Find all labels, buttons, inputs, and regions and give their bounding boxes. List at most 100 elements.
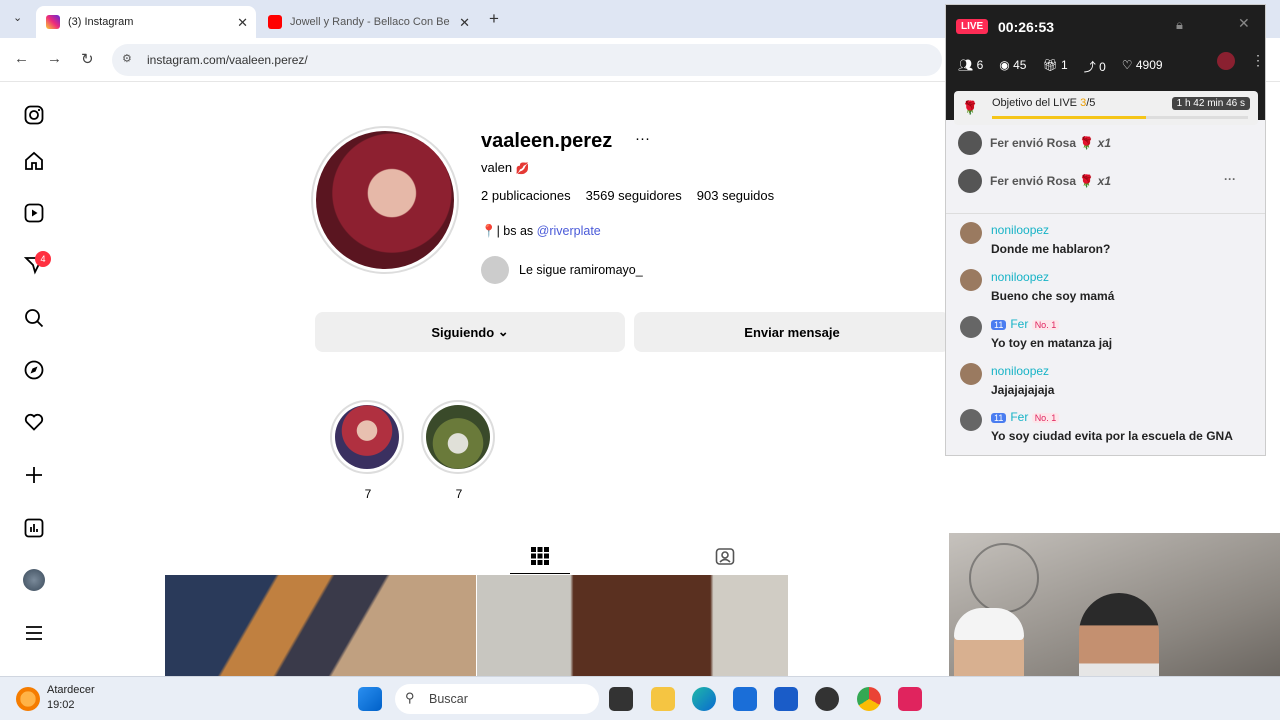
edge-icon[interactable] bbox=[692, 687, 716, 711]
goal-timer: 1 h 42 min 46 s bbox=[1171, 97, 1250, 110]
youtube-favicon-icon bbox=[268, 15, 282, 29]
close-tab-icon[interactable]: ✕ bbox=[237, 15, 248, 31]
chat-username-row[interactable]: 11 Fer No. 1 bbox=[991, 316, 1060, 334]
tagged-icon bbox=[715, 548, 735, 565]
rose-icon: 🌹 bbox=[962, 100, 979, 115]
chat-avatar bbox=[960, 363, 982, 385]
views-stat: ◉ 45 bbox=[999, 58, 1026, 75]
gift-notification: Fer envió Rosa 🌹 x1 ··· bbox=[958, 169, 1236, 193]
reels-icon[interactable] bbox=[22, 201, 46, 225]
tagged-tab[interactable] bbox=[710, 538, 740, 574]
store-icon[interactable] bbox=[733, 687, 757, 711]
post-thumbnail-2[interactable] bbox=[477, 575, 788, 676]
chat-text: Jajajajajaja bbox=[991, 383, 1055, 397]
tiktok-live-studio-icon[interactable] bbox=[898, 687, 922, 711]
site-settings-icon[interactable]: ⚙ bbox=[122, 52, 132, 65]
close-icon[interactable]: ✕ bbox=[1238, 15, 1250, 32]
likes-count: 4909 bbox=[1135, 58, 1163, 72]
user-level-badge: 11 bbox=[991, 320, 1007, 330]
tab-label: Jowell y Randy - Bellaco Con Be bbox=[290, 16, 450, 28]
chrome-icon[interactable] bbox=[857, 687, 881, 711]
task-view-icon[interactable] bbox=[609, 687, 633, 711]
sunset-icon bbox=[16, 687, 40, 711]
weather-label: Atardecer bbox=[47, 684, 95, 696]
tab-youtube[interactable]: Jowell y Randy - Bellaco Con Be ✕ bbox=[258, 6, 478, 38]
followed-by[interactable]: Le sigue ramiromayo_ bbox=[481, 256, 643, 284]
chat-username[interactable]: noniloopez bbox=[991, 222, 1049, 239]
chat-text: Yo toy en matanza jaj bbox=[991, 336, 1113, 350]
more-options-icon[interactable]: ··· bbox=[635, 130, 650, 147]
goal-label-text: Objetivo del LIVE bbox=[992, 97, 1077, 109]
chat-username-row[interactable]: 11 Fer No. 1 bbox=[991, 409, 1060, 427]
notification-badge: 4 bbox=[35, 251, 51, 267]
reload-button[interactable]: ↻ bbox=[81, 50, 94, 68]
followed-by-prefix: Le sigue bbox=[519, 263, 567, 277]
tab-search-chevron-icon[interactable]: ⌄ bbox=[13, 11, 22, 24]
shares-count: 0 bbox=[1099, 60, 1106, 74]
post-thumbnail-1[interactable] bbox=[165, 575, 476, 676]
chat-username[interactable]: noniloopez bbox=[991, 363, 1049, 380]
outlook-icon[interactable] bbox=[774, 687, 798, 711]
heart-icon: ♡ bbox=[1121, 58, 1133, 72]
dashboard-icon[interactable] bbox=[22, 516, 46, 540]
lock-icon[interactable]: 🔒︎ bbox=[1176, 17, 1183, 33]
highlight-2[interactable] bbox=[421, 400, 495, 474]
gifts-stat: 🎁︎ 1 bbox=[1042, 58, 1067, 75]
views-count: 45 bbox=[1013, 58, 1027, 72]
notifications-heart-icon[interactable] bbox=[22, 410, 46, 434]
file-explorer-icon[interactable] bbox=[651, 687, 675, 711]
highlight-1[interactable] bbox=[330, 400, 404, 474]
host-avatar[interactable] bbox=[1217, 52, 1235, 70]
send-message-label: Enviar mensaje bbox=[744, 324, 840, 340]
chat-username: Fer bbox=[1010, 410, 1029, 424]
instagram-logo-icon[interactable] bbox=[22, 103, 46, 127]
search-icon[interactable] bbox=[22, 306, 46, 330]
profile-picture[interactable] bbox=[311, 126, 459, 274]
rank-badge: No. 1 bbox=[1031, 413, 1060, 423]
new-tab-button[interactable]: + bbox=[489, 9, 499, 29]
highlight-1-count: 7 bbox=[364, 487, 372, 501]
users-icon: 👥︎ bbox=[958, 58, 974, 72]
following-count[interactable]: 903 seguidos bbox=[697, 188, 774, 203]
posts-grid-tab[interactable] bbox=[510, 538, 570, 574]
following-button[interactable]: Siguiendo ⌄ bbox=[315, 312, 625, 352]
back-button[interactable]: ← bbox=[14, 50, 29, 67]
chat-username: Fer bbox=[1010, 317, 1029, 331]
explore-icon[interactable] bbox=[22, 358, 46, 382]
follower-avatar bbox=[481, 256, 509, 284]
gift-multiplier: x1 bbox=[1097, 174, 1112, 188]
tab-instagram[interactable]: (3) Instagram ✕ bbox=[36, 6, 256, 38]
bio-mention-link[interactable]: @riverplate bbox=[537, 224, 601, 238]
followed-by-name: ramiromayo_ bbox=[569, 263, 643, 277]
live-badge: LIVE bbox=[956, 19, 989, 34]
live-goal[interactable]: 🌹 Objetivo del LIVE 3/5 1 h 42 min 46 s bbox=[954, 91, 1258, 125]
forward-button[interactable]: → bbox=[47, 50, 62, 67]
close-tab-icon[interactable]: ✕ bbox=[459, 15, 470, 31]
app-icon[interactable] bbox=[815, 687, 839, 711]
following-button-label: Siguiendo bbox=[431, 324, 495, 340]
followers-count[interactable]: 3569 seguidores bbox=[586, 188, 682, 203]
address-bar[interactable]: ⚙ instagram.com/vaaleen.perez/ bbox=[112, 44, 942, 76]
chat-avatar bbox=[960, 222, 982, 244]
gift-notification: Fer envió Rosa 🌹 x1 bbox=[958, 131, 1111, 155]
chat-username[interactable]: noniloopez bbox=[991, 269, 1049, 286]
live-timer: 00:26:53 bbox=[998, 19, 1055, 35]
create-icon[interactable] bbox=[22, 463, 46, 487]
viewers-stat: 👥︎ 6 bbox=[958, 58, 983, 75]
profile-avatar[interactable] bbox=[22, 568, 46, 592]
taskbar-search[interactable]: ⚲ Buscar bbox=[395, 684, 599, 714]
start-button[interactable] bbox=[358, 687, 382, 711]
profile-display-name: valen 💋 bbox=[481, 160, 529, 175]
more-icon[interactable]: ··· bbox=[1224, 172, 1236, 186]
weather-widget[interactable]: Atardecer 19:02 bbox=[16, 683, 95, 713]
menu-icon[interactable] bbox=[22, 621, 46, 645]
send-message-button[interactable]: Enviar mensaje bbox=[634, 312, 950, 352]
goal-progress-bar bbox=[992, 116, 1248, 119]
eye-icon: ◉ bbox=[999, 58, 1010, 72]
url-text: instagram.com/vaaleen.perez/ bbox=[147, 53, 308, 67]
users-count: 6 bbox=[976, 58, 984, 72]
home-icon[interactable] bbox=[22, 149, 46, 173]
goal-progress-fill bbox=[992, 116, 1146, 119]
more-icon[interactable]: ⋮ bbox=[1251, 52, 1265, 69]
chat-avatar bbox=[960, 316, 982, 338]
